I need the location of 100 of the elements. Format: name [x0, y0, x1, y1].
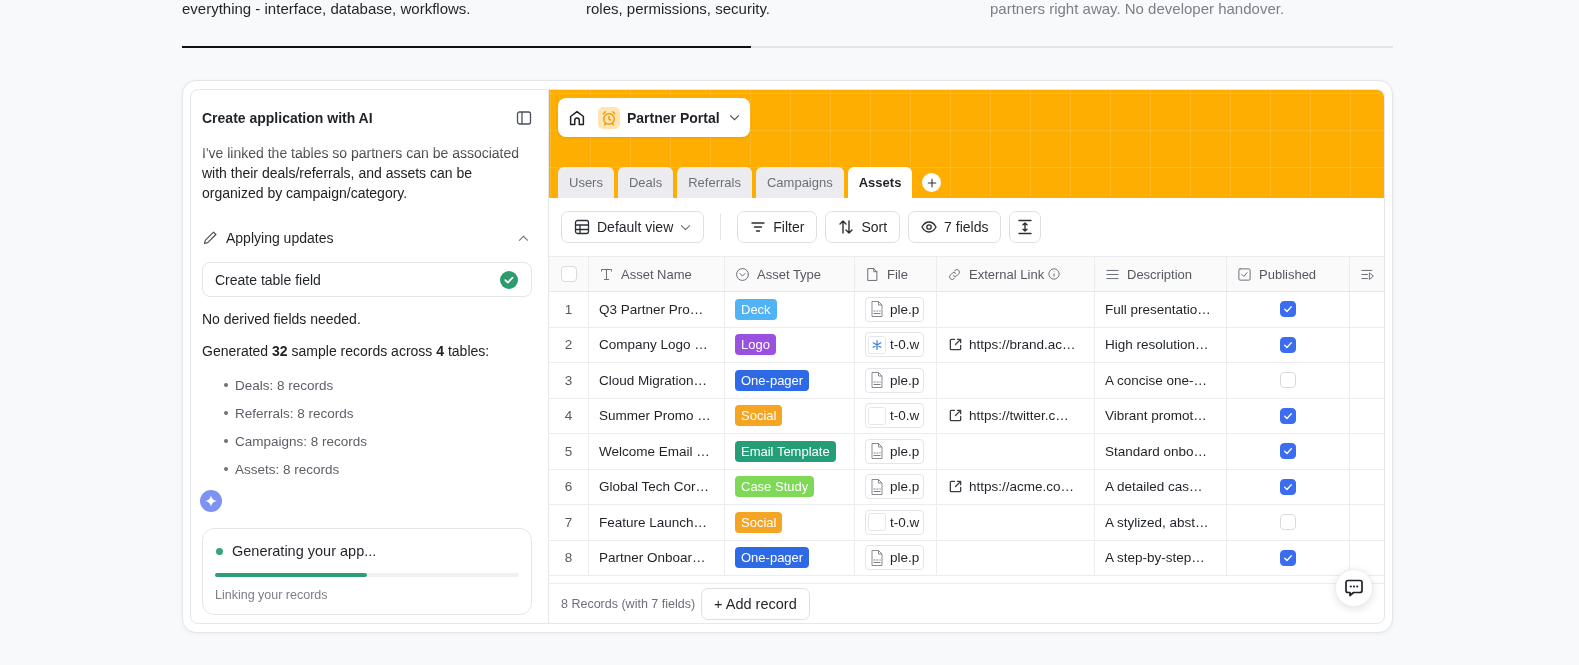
status-dot-icon [216, 547, 223, 555]
document-icon [868, 371, 886, 390]
plus-icon [926, 177, 937, 188]
external-link-icon [948, 479, 963, 495]
table-cell: Summer Promo … [589, 398, 725, 434]
chat-bubble-icon [1344, 578, 1364, 598]
column-header[interactable]: File [855, 257, 937, 292]
table-cell: Feature Launch… [589, 505, 725, 541]
table-tab[interactable]: Users [558, 167, 614, 198]
table-tab[interactable]: Deals [617, 167, 674, 198]
row-number: 2 [549, 327, 589, 363]
file-attachment[interactable]: t-0.w [865, 403, 925, 429]
row-number: 8 [549, 540, 589, 576]
filter-button[interactable]: Filter [737, 211, 818, 243]
row-number: 4 [549, 398, 589, 434]
table-cell: Full presentatio… [1095, 292, 1227, 328]
asset-type-tag: Logo [735, 334, 776, 356]
chevron-down-icon[interactable] [728, 114, 740, 121]
asset-type-tag: Social [735, 405, 783, 427]
blank-thumbnail-icon [868, 406, 886, 425]
sort-button[interactable]: Sort [825, 211, 901, 243]
file-attachment[interactable]: t-0.w [865, 509, 925, 535]
bullet-icon [224, 467, 228, 471]
published-checkbox[interactable] [1280, 301, 1296, 318]
row-number: 5 [549, 434, 589, 470]
row-height-icon [1017, 219, 1034, 235]
task-label: Applying updates [226, 230, 334, 246]
table-cell: Standard onbo… [1095, 434, 1227, 470]
fields-button[interactable]: 7 fields [908, 211, 1002, 243]
image-thumbnail-icon [868, 335, 886, 354]
table-cell: A concise one-… [1095, 363, 1227, 399]
asset-type-tag: Email Template [735, 440, 836, 462]
file-attachment[interactable]: ple.p [865, 367, 925, 393]
select-all-checkbox[interactable] [560, 266, 577, 282]
asset-type-tag: One-pager [735, 369, 810, 391]
assistant-message: I've linked the tables so partners can be associated with their deals/referrals, and assets can be organized by campaign/category. [202, 144, 521, 203]
record-summary: 8 Records (with 7 fields) [561, 596, 696, 611]
asset-type-tag: Case Study [735, 476, 815, 498]
app-name[interactable]: Partner Portal [627, 109, 720, 126]
table-cell: Cloud Migration… [589, 363, 725, 399]
table-cell: High resolution… [1095, 327, 1227, 363]
table-tab[interactable]: Referrals [677, 167, 752, 198]
pencil-icon [202, 230, 218, 246]
assistant-note: Generated 32 sample records across 4 tables: [202, 342, 491, 361]
row-number: 1 [549, 292, 589, 328]
step-description: everything - interface, database, workflows. [182, 0, 471, 18]
blank-thumbnail-icon [868, 513, 886, 532]
column-header[interactable]: Description [1095, 257, 1227, 292]
add-record-button[interactable]: + Add record [701, 587, 810, 620]
status-title: Generating your app... [232, 543, 377, 559]
add-tab-button[interactable] [922, 173, 942, 192]
table-cell: A stylized, abst… [1095, 505, 1227, 541]
published-checkbox[interactable] [1280, 549, 1296, 566]
column-header[interactable]: Asset Type [725, 257, 855, 292]
step-description: roles, permissions, security. [586, 0, 770, 18]
external-link-icon [948, 408, 963, 424]
file-attachment[interactable]: ple.p [865, 545, 925, 571]
file-attachment[interactable]: t-0.w [865, 332, 925, 358]
link-icon [947, 266, 962, 282]
chat-button[interactable] [1335, 569, 1373, 607]
url-link[interactable]: https://twitter.c… [948, 408, 1069, 424]
table-cell: Global Tech Cor… [589, 469, 725, 505]
filter-icon [750, 219, 767, 235]
asset-type-tag: Social [735, 511, 783, 533]
table-tab[interactable]: Campaigns [755, 167, 844, 198]
table-cell: Partner Onboar… [589, 540, 725, 576]
sidebar-toggle-icon[interactable] [516, 110, 532, 126]
letter-t-icon [599, 266, 614, 282]
alarm-clock-icon [598, 106, 620, 129]
table-tab[interactable]: Assets [847, 167, 913, 198]
column-header[interactable]: Published [1227, 257, 1350, 292]
home-icon[interactable] [568, 108, 586, 127]
url-link[interactable]: https://acme.co… [948, 479, 1075, 495]
bullet-icon [224, 411, 228, 415]
published-checkbox[interactable] [1280, 478, 1296, 495]
file-attachment[interactable]: ple.p [865, 474, 925, 500]
chevron-up-icon[interactable] [518, 234, 529, 242]
table-cell: A detailed cas… [1095, 469, 1227, 505]
column-header[interactable]: Asset Name [589, 257, 725, 292]
published-checkbox[interactable] [1280, 443, 1296, 460]
view-selector[interactable]: Default view [561, 211, 705, 243]
file-attachment[interactable]: ple.p [865, 438, 925, 464]
record-count-item: Deals: 8 records [235, 377, 334, 393]
chevron-circle-icon [735, 266, 750, 282]
row-number: 3 [549, 363, 589, 399]
table-cell: Vibrant promot… [1095, 398, 1227, 434]
record-count-item: Campaigns: 8 records [235, 433, 368, 449]
published-checkbox[interactable] [1280, 336, 1296, 353]
document-icon [868, 300, 886, 319]
asset-type-tag: Deck [735, 298, 777, 320]
column-header[interactable]: External Link [937, 257, 1095, 292]
url-link[interactable]: https://brand.ac… [948, 337, 1076, 353]
table-cell: Company Logo … [589, 327, 725, 363]
asset-type-tag: One-pager [735, 547, 810, 569]
published-checkbox[interactable] [1280, 407, 1296, 424]
row-height-button[interactable] [1009, 211, 1042, 243]
eye-icon [921, 219, 938, 235]
document-icon [868, 477, 886, 496]
file-attachment[interactable]: ple.p [865, 296, 925, 322]
step-description: partners right away. No developer handover. [990, 0, 1285, 18]
